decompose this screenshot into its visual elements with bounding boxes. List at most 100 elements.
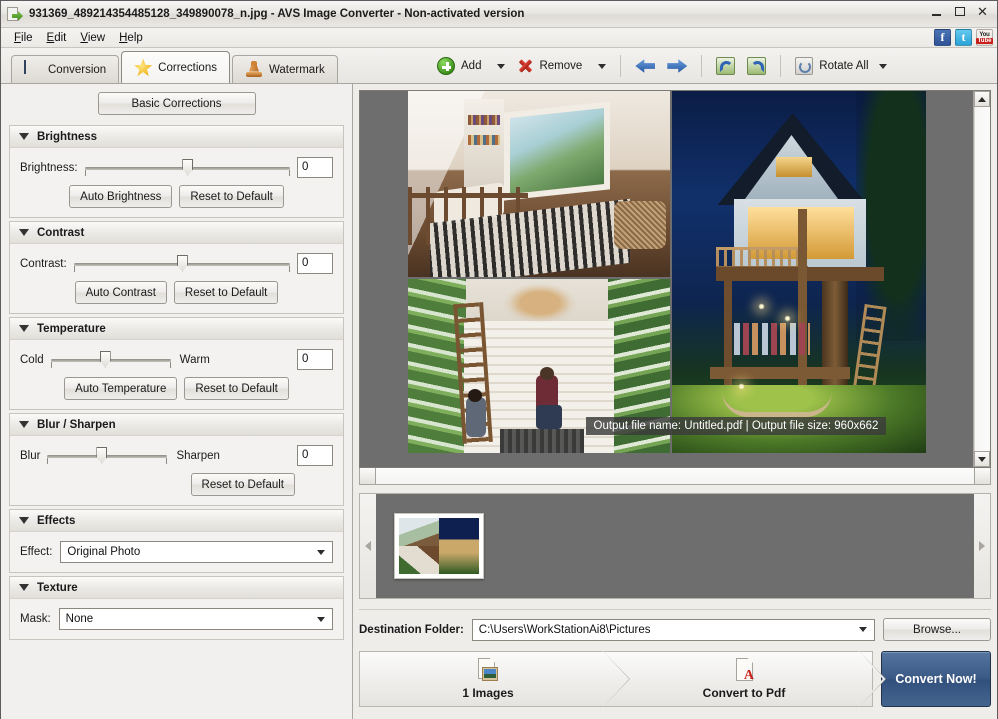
menu-item-file[interactable]: File <box>7 31 40 45</box>
chevron-down-icon <box>497 64 505 69</box>
group-blur-sharpen-header[interactable]: Blur / Sharpen <box>10 414 343 436</box>
browse-button[interactable]: Browse... <box>883 618 991 641</box>
previous-image-button[interactable] <box>629 52 661 80</box>
destination-row: Destination Folder: C:\Users\WorkStation… <box>359 618 991 641</box>
scroll-up-button[interactable] <box>974 91 990 107</box>
brightness-reset-button[interactable]: Reset to Default <box>179 185 283 208</box>
rotate-all-button[interactable]: Rotate All <box>789 52 892 80</box>
youtube-top-text: You <box>979 32 989 38</box>
blur-sharpen-reset-button[interactable]: Reset to Default <box>191 473 295 496</box>
preview-vertical-scrollbar[interactable] <box>973 91 990 467</box>
pdf-icon: A <box>731 658 757 684</box>
collapse-triangle-icon <box>19 517 29 524</box>
menu-item-view[interactable]: View <box>73 31 112 45</box>
add-button[interactable]: Add <box>431 52 487 80</box>
rotate-left-icon <box>716 57 735 75</box>
destination-folder-label: Destination Folder: <box>359 624 464 636</box>
group-texture-header[interactable]: Texture <box>10 577 343 599</box>
scroll-down-button[interactable] <box>974 451 990 467</box>
preview-canvas[interactable]: Output file name: Untitled.pdf | Output … <box>360 91 973 467</box>
tab-conversion[interactable]: Conversion <box>11 55 119 83</box>
right-panel: Output file name: Untitled.pdf | Output … <box>353 84 997 719</box>
preview-area: Output file name: Untitled.pdf | Output … <box>359 90 991 468</box>
remove-dropdown-button[interactable] <box>588 52 612 80</box>
thumbnail-image <box>399 518 479 574</box>
destination-folder-select[interactable]: C:\Users\WorkStationAi8\Pictures <box>472 619 875 641</box>
preview-image: Output file name: Untitled.pdf | Output … <box>408 91 926 453</box>
youtube-icon[interactable]: You Tube <box>976 29 993 46</box>
mask-selected-value: None <box>66 613 94 625</box>
facebook-icon[interactable]: f <box>934 29 951 46</box>
menu-item-edit[interactable]: Edit <box>40 31 74 45</box>
basic-corrections-button[interactable]: Basic Corrections <box>98 92 256 115</box>
brightness-slider-label: Brightness: <box>20 162 78 174</box>
convert-now-button[interactable]: Convert Now! <box>881 651 991 707</box>
vertical-scroll-track[interactable] <box>974 107 990 451</box>
scroll-right-button[interactable] <box>974 468 990 484</box>
contrast-value-input[interactable]: 0 <box>297 253 333 274</box>
thumbnail-next-button[interactable] <box>974 494 990 598</box>
tab-bar: Conversion Corrections Watermark <box>1 47 340 83</box>
conversion-icon <box>24 61 42 79</box>
auto-brightness-button[interactable]: Auto Brightness <box>69 185 172 208</box>
menu-bar: File Edit View Help f t You Tube <box>1 28 997 48</box>
step-images[interactable]: 1 Images <box>359 651 616 707</box>
tab-corrections[interactable]: Corrections <box>121 51 230 83</box>
blur-label: Blur <box>20 450 40 462</box>
menu-item-help[interactable]: Help <box>112 31 150 45</box>
maximize-button[interactable] <box>951 4 968 19</box>
group-brightness: Brightness Brightness: 0 Auto Brightness… <box>9 125 344 218</box>
scroll-left-button[interactable] <box>360 468 376 484</box>
twitter-icon[interactable]: t <box>955 29 972 46</box>
group-effects-header[interactable]: Effects <box>10 510 343 532</box>
step-format[interactable]: A Convert to Pdf <box>616 651 873 707</box>
chevron-down-icon <box>317 617 325 622</box>
chevron-down-icon <box>598 64 606 69</box>
contrast-slider[interactable] <box>74 255 290 273</box>
tab-watermark-label: Watermark <box>269 64 325 76</box>
temperature-value-input[interactable]: 0 <box>297 349 333 370</box>
group-contrast-header[interactable]: Contrast <box>10 222 343 244</box>
main-toolbar: Add Remove <box>353 48 997 84</box>
thumbnail-item-1[interactable] <box>394 513 484 579</box>
app-window: 931369_489214354485128_349890078_n.jpg -… <box>0 0 998 719</box>
images-icon <box>475 658 501 684</box>
remove-button[interactable]: Remove <box>511 52 588 80</box>
preview-horizontal-scrollbar[interactable] <box>359 468 991 485</box>
horizontal-scroll-track[interactable] <box>376 468 974 484</box>
blur-sharpen-slider[interactable] <box>47 447 167 465</box>
rotate-right-button[interactable] <box>741 52 772 80</box>
temperature-slider-thumb[interactable] <box>100 351 111 368</box>
mask-select[interactable]: None <box>59 608 333 630</box>
rotate-left-button[interactable] <box>710 52 741 80</box>
collapse-triangle-icon <box>19 421 29 428</box>
add-dropdown-button[interactable] <box>487 52 511 80</box>
auto-temperature-button[interactable]: Auto Temperature <box>64 377 177 400</box>
collapse-triangle-icon <box>19 229 29 236</box>
group-temperature-header[interactable]: Temperature <box>10 318 343 340</box>
next-image-button[interactable] <box>661 52 693 80</box>
collage-photo-loft <box>408 91 670 277</box>
temperature-warm-label: Warm <box>180 354 210 366</box>
brightness-value-input[interactable]: 0 <box>297 157 333 178</box>
temperature-slider[interactable] <box>51 351 171 369</box>
effect-selected-value: Original Photo <box>67 546 140 558</box>
minimize-button[interactable] <box>928 4 945 19</box>
group-contrast-title: Contrast <box>37 227 84 239</box>
contrast-slider-thumb[interactable] <box>177 255 188 272</box>
blur-sharpen-value-input[interactable]: 0 <box>297 445 333 466</box>
mask-label: Mask: <box>20 613 51 625</box>
blur-sharpen-slider-thumb[interactable] <box>96 447 107 464</box>
contrast-reset-button[interactable]: Reset to Default <box>174 281 278 304</box>
close-button[interactable]: ✕ <box>974 4 991 19</box>
step-images-label: 1 Images <box>462 686 513 700</box>
auto-contrast-button[interactable]: Auto Contrast <box>75 281 167 304</box>
thumbnail-prev-button[interactable] <box>360 494 376 598</box>
tab-watermark[interactable]: Watermark <box>232 55 338 83</box>
brightness-slider[interactable] <box>85 159 290 177</box>
effect-select[interactable]: Original Photo <box>60 541 333 563</box>
group-brightness-header[interactable]: Brightness <box>10 126 343 148</box>
toolbar-separator <box>701 55 702 77</box>
temperature-reset-button[interactable]: Reset to Default <box>184 377 288 400</box>
brightness-slider-thumb[interactable] <box>182 159 193 176</box>
